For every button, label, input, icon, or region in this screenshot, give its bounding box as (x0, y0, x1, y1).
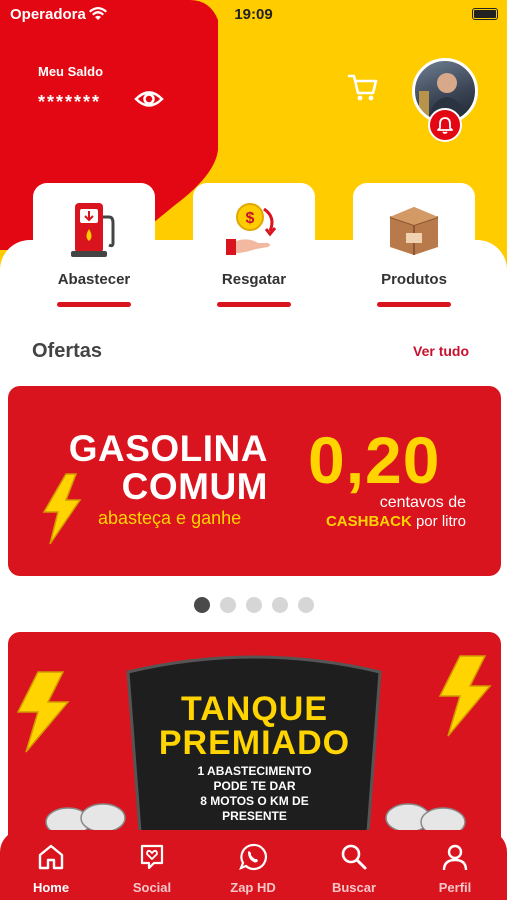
tab-label: Home (32, 880, 70, 895)
balance-label: Meu Saldo (38, 64, 104, 79)
banner-line: 8 MOTOS O KM DE (200, 794, 309, 808)
banner-line: PODE TE DAR (213, 779, 296, 793)
whatsapp-icon (239, 843, 267, 871)
carousel-dot[interactable] (298, 597, 314, 613)
tab-home[interactable]: Home (11, 842, 91, 898)
tab-label: Zap HD (230, 880, 276, 895)
banner-line: 1 ABASTECIMENTO (197, 764, 312, 778)
banner-subtitle: abasteça e ganhe (98, 508, 242, 528)
action-label: Produtos (381, 271, 447, 288)
status-bar: Operadora 19:09 (0, 0, 507, 30)
tab-label: Social (132, 880, 172, 895)
action-label: Resgatar (221, 271, 287, 288)
cart-icon[interactable] (346, 70, 380, 104)
tab-buscar[interactable]: Buscar (314, 842, 394, 898)
banner-line: PRESENTE (222, 809, 287, 823)
tab-label: Buscar (331, 880, 377, 895)
eye-icon[interactable] (134, 86, 164, 112)
tab-label: Perfil (438, 880, 472, 895)
carousel-dot[interactable] (220, 597, 236, 613)
carousel-dot[interactable] (246, 597, 262, 613)
cashback-value: 0,20 (308, 423, 441, 497)
bottom-tab-bar: Home Social Zap HD Buscar Perfil (0, 830, 507, 900)
home-icon (38, 844, 64, 870)
action-card-resgatar[interactable]: $ Resgatar (193, 183, 315, 307)
search-icon (341, 844, 367, 870)
action-underline (217, 302, 291, 307)
user-icon (442, 844, 468, 871)
action-card-abastecer[interactable]: Abastecer (33, 183, 155, 307)
action-card-produtos[interactable]: Produtos (353, 183, 475, 307)
offer-banner-tanque[interactable]: TANQUE PREMIADO 1 ABASTECIMENTO PODE TE … (8, 632, 501, 852)
action-underline (377, 302, 451, 307)
carousel-dot[interactable] (194, 597, 210, 613)
action-underline (57, 302, 131, 307)
lightning-icon (42, 473, 82, 545)
clock: 19:09 (234, 6, 273, 23)
battery-icon (472, 8, 498, 20)
offer-banner-gasolina[interactable]: GASOLINA COMUM abasteça e ganhe 0,20 cen… (8, 386, 501, 576)
cents-text: centavos de (379, 494, 466, 511)
see-all-link[interactable]: Ver tudo (413, 343, 469, 359)
box-icon (389, 207, 439, 255)
tab-social[interactable]: Social (112, 842, 192, 898)
balance-value: ******* (38, 92, 102, 112)
offers-title: Ofertas (32, 340, 103, 362)
social-heart-icon (140, 844, 164, 870)
carousel-indicator (194, 597, 324, 613)
cashback-text: CASHBACK por litro (325, 513, 466, 530)
action-label: Abastecer (57, 271, 131, 288)
carousel-dot[interactable] (272, 597, 288, 613)
fuel-pump-icon (71, 203, 115, 257)
redeem-coin-icon: $ (226, 203, 277, 255)
svg-text:$: $ (246, 210, 255, 227)
banner-title: PREMIADO (158, 724, 351, 762)
tab-perfil[interactable]: Perfil (415, 842, 495, 898)
tab-zap-hd[interactable]: Zap HD (213, 842, 293, 898)
bell-icon[interactable] (428, 108, 462, 142)
